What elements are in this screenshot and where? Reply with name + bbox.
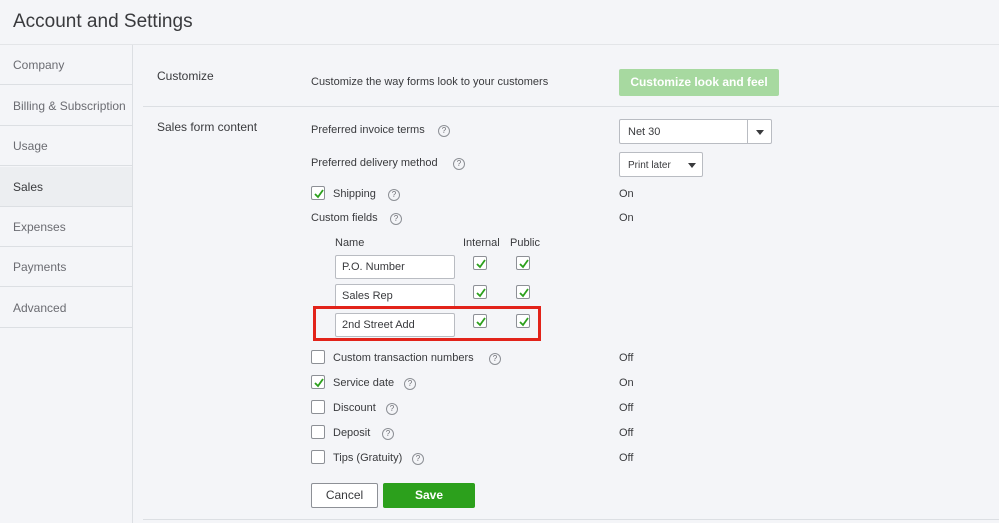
custom-field-internal-checkbox[interactable]	[473, 285, 487, 299]
help-icon[interactable]: ?	[453, 158, 465, 170]
help-icon[interactable]: ?	[412, 453, 424, 465]
sidebar-item-usage[interactable]: Usage	[0, 126, 132, 166]
help-icon[interactable]: ?	[386, 403, 398, 415]
delivery-method-value: Print later	[628, 160, 671, 171]
shipping-label: Shipping	[333, 188, 376, 200]
delivery-method-select[interactable]: Print later	[619, 152, 703, 177]
deposit-checkbox[interactable]	[311, 425, 325, 439]
custom-field-public-checkbox[interactable]	[516, 256, 530, 270]
help-icon[interactable]: ?	[438, 125, 450, 137]
deposit-label: Deposit	[333, 427, 371, 439]
help-icon[interactable]: ?	[489, 353, 501, 365]
sidebar-item-expenses[interactable]: Expenses	[0, 207, 132, 247]
check-icon	[519, 259, 529, 269]
sidebar-item-advanced[interactable]: Advanced	[0, 288, 132, 328]
shipping-status: On	[619, 188, 634, 200]
check-icon	[476, 288, 486, 298]
shipping-checkbox[interactable]	[311, 186, 325, 200]
tips-status: Off	[619, 452, 634, 464]
deposit-status: Off	[619, 427, 634, 439]
custom-field-name-input[interactable]: Sales Rep	[335, 284, 455, 308]
help-icon[interactable]: ?	[382, 428, 394, 440]
invoice-terms-value: Net 30	[628, 126, 661, 138]
service-date-checkbox[interactable]	[311, 375, 325, 389]
header-bar: Account and Settings	[0, 0, 999, 45]
help-icon[interactable]: ?	[404, 378, 416, 390]
sales-form-section-label: Sales form content	[157, 120, 258, 134]
custom-transaction-numbers-status: Off	[619, 352, 634, 364]
custom-field-name-input[interactable]: P.O. Number	[335, 255, 455, 279]
custom-field-internal-checkbox[interactable]	[473, 256, 487, 270]
custom-fields-label: Custom fields	[311, 212, 378, 224]
chevron-down-icon	[688, 163, 696, 168]
settings-panel	[133, 45, 999, 523]
custom-fields-status: On	[619, 212, 634, 224]
invoice-terms-label: Preferred invoice terms	[311, 124, 425, 136]
delivery-method-label: Preferred delivery method	[311, 157, 438, 169]
customize-section-label: Customize	[157, 69, 214, 83]
help-icon[interactable]: ?	[388, 189, 400, 201]
column-header-internal: Internal	[463, 237, 500, 249]
save-button[interactable]: Save	[383, 483, 475, 508]
sidebar-item-billing[interactable]: Billing & Subscription	[0, 86, 132, 126]
tips-checkbox[interactable]	[311, 450, 325, 464]
customize-description: Customize the way forms look to your cus…	[311, 76, 549, 88]
service-date-label: Service date	[333, 377, 395, 389]
check-icon	[519, 288, 529, 298]
section-divider	[143, 106, 999, 107]
sidebar: Company Billing & Subscription Usage Sal…	[0, 45, 133, 523]
section-divider	[143, 519, 999, 520]
help-icon[interactable]: ?	[390, 213, 402, 225]
cancel-button[interactable]: Cancel	[311, 483, 378, 508]
discount-label: Discount	[333, 402, 376, 414]
custom-field-public-checkbox[interactable]	[516, 285, 530, 299]
column-header-name: Name	[335, 237, 365, 249]
invoice-terms-select[interactable]: Net 30	[619, 119, 772, 144]
highlight-box	[313, 306, 541, 341]
custom-transaction-numbers-checkbox[interactable]	[311, 350, 325, 364]
discount-checkbox[interactable]	[311, 400, 325, 414]
chevron-down-icon	[756, 130, 764, 135]
dropdown-arrow	[747, 120, 771, 143]
customize-look-and-feel-button[interactable]: Customize look and feel	[619, 69, 779, 96]
check-icon	[476, 259, 486, 269]
check-icon	[314, 189, 324, 199]
column-header-public: Public	[510, 237, 540, 249]
page-title: Account and Settings	[13, 11, 193, 32]
check-icon	[314, 378, 324, 388]
service-date-status: On	[619, 377, 634, 389]
sidebar-item-sales[interactable]: Sales	[0, 167, 132, 207]
sidebar-item-company[interactable]: Company	[0, 45, 132, 85]
discount-status: Off	[619, 402, 634, 414]
sidebar-item-payments[interactable]: Payments	[0, 247, 132, 287]
custom-transaction-numbers-label: Custom transaction numbers	[333, 352, 474, 364]
tips-label: Tips (Gratuity)	[333, 452, 403, 464]
